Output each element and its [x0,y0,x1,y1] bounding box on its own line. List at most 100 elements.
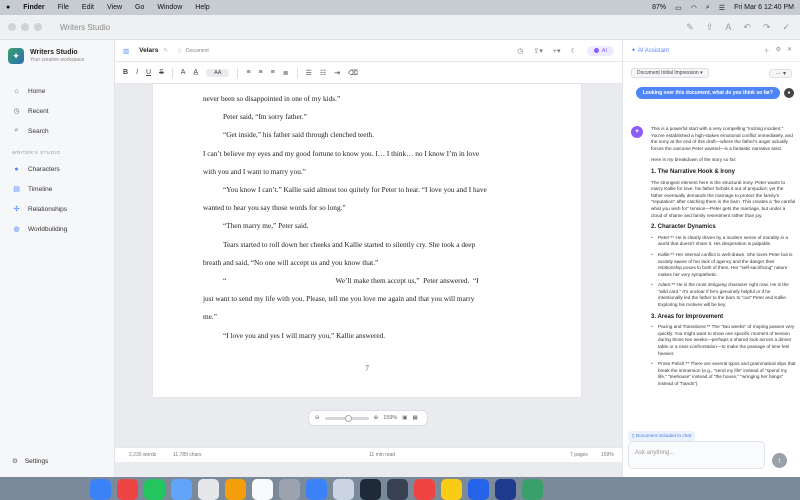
menu-file[interactable]: File [58,4,69,11]
battery-icon[interactable]: ▭ [675,4,682,12]
control-center-icon[interactable]: ☰ [719,4,725,12]
text-size-icon[interactable]: A [725,22,731,33]
redo-icon[interactable]: ↷ [763,22,771,33]
chat-input[interactable]: Ask anything... [628,441,765,469]
sidebar-item-label: Timeline [28,185,53,193]
settings-icon[interactable]: ⚙ [776,46,781,55]
dock-finder-icon[interactable] [90,479,111,500]
app-logo-icon: ✦ [8,48,24,64]
read-time: 11 min read [369,452,396,458]
search-menu-icon[interactable]: ⌕ [706,4,710,12]
dock-browser-icon[interactable] [117,479,138,500]
document-text[interactable]: never been so disappointed in one of my … [203,90,525,345]
zoom-slider[interactable] [324,414,369,422]
align-center-icon[interactable]: ≡ [259,69,263,76]
undo-icon[interactable]: ↶ [743,22,751,33]
wifi-icon[interactable]: ◠ [691,4,697,12]
font-size-select[interactable]: AA [206,68,230,77]
paragraph: with you and I want to marry you.” [203,166,306,176]
share-icon[interactable]: ⇪ [706,22,714,33]
menu-window[interactable]: Window [157,4,182,11]
align-left-icon[interactable]: ≡ [246,69,250,76]
more-options-button[interactable]: ··· ▾ [769,68,792,78]
dock-photos-icon[interactable] [225,479,246,500]
compose-icon[interactable]: ✎ [686,22,694,33]
close-panel-icon[interactable]: ✕ [787,46,792,55]
dock-calendar-icon[interactable] [252,479,273,500]
numbered-list-icon[interactable]: ☷ [320,69,326,77]
zoom-in-icon[interactable]: ⊕ [374,415,379,421]
dock-xcode-icon[interactable] [495,479,516,500]
new-chat-icon[interactable]: ＋ [764,46,770,55]
sidebar-item-search[interactable]: ⌕ Search [0,121,114,141]
send-button[interactable]: ↑ [772,453,787,468]
align-right-icon[interactable]: ≡ [271,69,275,76]
indent-icon[interactable]: ⇥ [334,69,340,77]
document-icon: ▯ [177,47,181,54]
page-number: 7 [365,364,369,373]
dock-settings-icon[interactable] [279,479,300,500]
dock-messages-icon[interactable] [144,479,165,500]
ai-assistant-button[interactable]: AI [586,45,614,56]
strikethrough-button[interactable]: S [159,69,164,76]
bold-button[interactable]: B [123,69,128,76]
menu-app-name[interactable]: Finder [23,4,44,11]
dock-vscode-icon[interactable] [468,479,489,500]
paragraph: never been so disappointed in one of my … [203,94,341,103]
dock-notes-icon[interactable] [441,479,462,500]
dock-launchpad-icon[interactable] [198,479,219,500]
ai-button-label: AI [601,47,607,54]
zoom-window-button[interactable] [34,23,42,31]
dark-mode-icon[interactable]: ☾ [571,47,577,55]
paragraph: just want to send my life with you. Plea… [203,294,475,304]
sidebar-item-timeline[interactable]: ▤ Timeline [0,179,114,199]
menu-edit[interactable]: Edit [82,4,94,11]
paragraph: wanted to hear you say those words for s… [203,203,346,213]
sidebar-item-settings[interactable]: ⚙ Settings [0,457,60,466]
sidebar-item-home[interactable]: ⌂ Home [0,82,114,101]
sidebar-item-worldbuilding[interactable]: ◍ Worldbuilding [0,219,114,239]
zoom-out-icon[interactable]: ⊖ [315,415,320,421]
menu-clock[interactable]: Fri Mar 6 12:40 PM [734,4,794,11]
sidebar-item-characters[interactable]: ● Characters [0,160,114,179]
zoom-slider-handle[interactable] [344,414,352,422]
close-window-button[interactable] [8,23,16,31]
dock-password-icon[interactable] [387,479,408,500]
menu-go[interactable]: Go [135,4,144,11]
minimize-window-button[interactable] [21,23,29,31]
font-size-icon[interactable]: A [181,69,186,76]
export-icon[interactable]: ⇪▾ [534,47,543,55]
menu-view[interactable]: View [107,4,122,11]
clock-history-icon[interactable]: ◷ [517,47,523,55]
dock-rocket-icon[interactable] [414,479,435,500]
apple-menu-icon[interactable]: ● [6,4,10,11]
add-icon[interactable]: +▾ [553,47,561,55]
sidebar-item-label: Relationships [28,205,68,213]
italic-button[interactable]: I [136,69,138,76]
grid-view-icon[interactable]: ▦ [413,415,418,421]
bullet-list-icon[interactable]: ☰ [306,69,312,77]
dock-writers-studio-icon[interactable] [522,479,543,500]
clear-format-icon[interactable]: ⌫ [348,69,358,77]
dock-notes-dark-icon[interactable] [360,479,381,500]
context-chip[interactable]: ▯ Document included in chat [628,431,696,441]
conversation-select[interactable]: Document Initial Impression ▾ [631,68,709,78]
menu-help[interactable]: Help [195,4,209,11]
gear-icon: ⚙ [12,458,18,465]
text-style-icon[interactable]: A̲ [193,69,198,76]
pencil-icon[interactable]: ✎ [163,48,168,54]
sidebar-item-relationships[interactable]: ✣ Relationships [0,199,114,219]
network-icon: ✣ [13,206,20,213]
document-page[interactable]: never been so disappointed in one of my … [153,84,581,397]
document-title[interactable]: Velars [139,47,158,54]
check-icon[interactable]: ✓ [782,22,790,33]
sidebar-toggle-icon[interactable]: ▥ [123,47,129,55]
dock-preview-icon[interactable] [333,479,354,500]
dock-appstore-icon[interactable] [306,479,327,500]
fit-page-icon[interactable]: ▣ [402,415,407,421]
align-justify-icon[interactable]: ≣ [283,69,289,77]
dock-mail-icon[interactable] [171,479,192,500]
sidebar-item-recent[interactable]: ◷ Recent [0,101,114,121]
paragraph: breath and said, “No one will accept us … [203,257,379,267]
underline-button[interactable]: U [146,69,151,76]
